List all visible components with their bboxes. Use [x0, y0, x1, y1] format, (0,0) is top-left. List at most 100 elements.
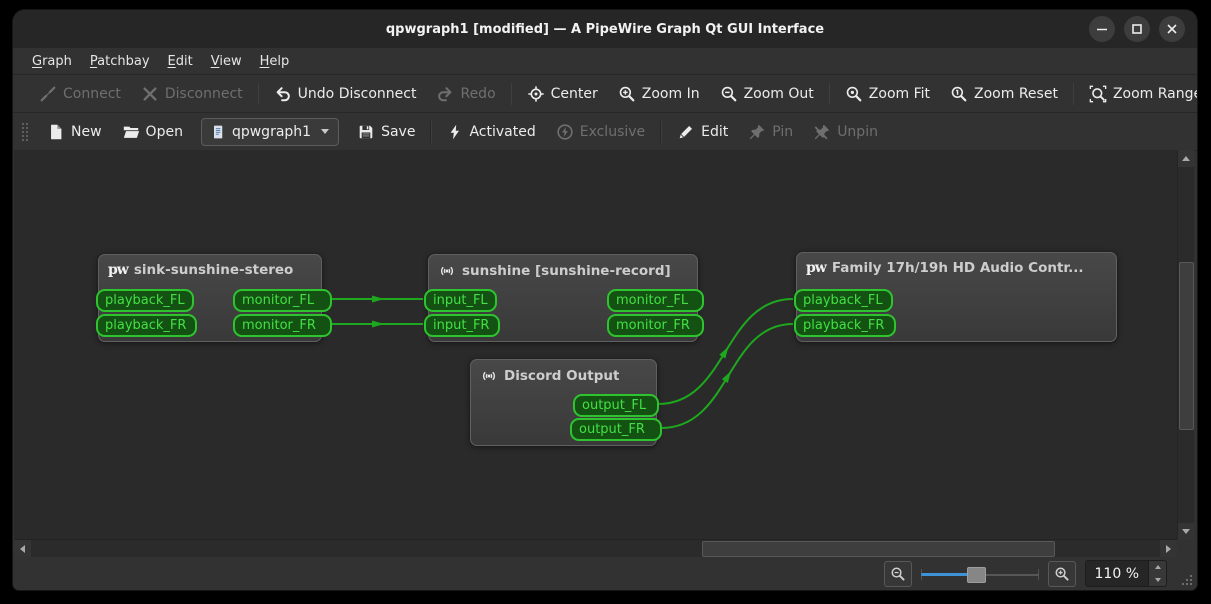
- toolbar-drag-handle[interactable]: [21, 121, 29, 142]
- node-sink-sunshine-stereo[interactable]: pw sink-sunshine-stereo playback_FL play…: [96, 254, 332, 342]
- zoom-out-button[interactable]: Zoom Out: [710, 80, 824, 108]
- arrow-right-icon: [1166, 544, 1171, 553]
- port-playback-fr[interactable]: playback_FR: [794, 314, 896, 337]
- menu-edit[interactable]: Edit: [159, 51, 202, 72]
- pipewire-icon: pw: [108, 262, 129, 278]
- port-monitor-fr[interactable]: monitor_FR: [233, 314, 332, 337]
- arrow-up-icon: [1182, 156, 1190, 161]
- scroll-up-button[interactable]: [1178, 150, 1194, 167]
- node-header: pw Family 17h/19h HD Audio Contr...: [797, 253, 1116, 283]
- spin-buttons: [1148, 561, 1166, 586]
- port-monitor-fr[interactable]: monitor_FR: [607, 314, 704, 337]
- zoom-in-button[interactable]: Zoom In: [608, 80, 710, 108]
- circled-bolt-icon: [557, 123, 573, 140]
- scroll-left-button[interactable]: [14, 540, 31, 557]
- minimize-button[interactable]: [1089, 16, 1115, 42]
- arrow-down-icon: [1154, 577, 1161, 582]
- activated-button[interactable]: Activated: [437, 118, 545, 146]
- node-sunshine[interactable]: sunshine [sunshine-record] input_FL inpu…: [424, 254, 704, 342]
- pencil-icon: [679, 125, 693, 138]
- arrow-left-icon: [20, 544, 25, 553]
- zoom-slider-track-filled[interactable]: [920, 572, 973, 576]
- redo-icon: [438, 86, 452, 101]
- unpin-icon: [814, 124, 830, 139]
- statusbar-zoom-in-button[interactable]: [1047, 560, 1076, 587]
- arrowhead-icon: [372, 295, 384, 303]
- vertical-scrollbar-thumb[interactable]: [1179, 262, 1194, 430]
- statusbar-zoom-out-button[interactable]: [883, 560, 912, 587]
- graph-canvas[interactable]: pw sink-sunshine-stereo playback_FL play…: [14, 150, 1178, 540]
- toolbar-separator: [510, 82, 512, 105]
- node-family-hd-audio[interactable]: pw Family 17h/19h HD Audio Contr... play…: [794, 252, 1117, 342]
- toolbar-graph: Connect Disconnect Undo Disconnect Redo …: [13, 75, 1197, 113]
- spin-down-button[interactable]: [1149, 574, 1166, 587]
- undo-disconnect-button[interactable]: Undo Disconnect: [264, 80, 427, 108]
- zoom-spinbox[interactable]: 110 %: [1084, 560, 1167, 587]
- port-playback-fl[interactable]: playback_FL: [96, 289, 194, 312]
- scroll-right-button[interactable]: [1160, 540, 1177, 557]
- toolbar-separator: [828, 82, 830, 105]
- port-playback-fl[interactable]: playback_FL: [794, 289, 893, 312]
- node-header: sunshine [sunshine-record]: [429, 255, 697, 287]
- disconnect-button: Disconnect: [131, 80, 253, 108]
- arrowhead-icon: [721, 370, 732, 383]
- port-playback-fr[interactable]: playback_FR: [96, 314, 197, 337]
- menu-help[interactable]: Help: [251, 51, 299, 72]
- port-monitor-fl[interactable]: monitor_FL: [607, 289, 704, 312]
- open-button[interactable]: Open: [112, 118, 193, 146]
- qpwgraph-window: qpwgraph1 [modified] — A PipeWire Graph …: [13, 10, 1197, 590]
- unpin-button: Unpin: [803, 118, 888, 146]
- maximize-button[interactable]: [1124, 16, 1150, 42]
- zoom-reset-icon: [951, 86, 967, 101]
- zoom-fit-button[interactable]: Zoom Fit: [835, 80, 940, 108]
- menu-graph[interactable]: Graph: [23, 51, 81, 72]
- close-button[interactable]: [1159, 16, 1185, 42]
- horizontal-scrollbar-thumb[interactable]: [702, 541, 1055, 557]
- save-icon: [359, 125, 373, 138]
- zoom-slider-handle[interactable]: [966, 566, 986, 583]
- center-button[interactable]: Center: [517, 80, 608, 108]
- save-button[interactable]: Save: [347, 118, 425, 146]
- port-output-fr[interactable]: output_FR: [570, 418, 662, 441]
- zoom-slider[interactable]: [920, 564, 1039, 584]
- port-input-fl[interactable]: input_FL: [424, 289, 497, 312]
- node-title: Family 17h/19h HD Audio Contr...: [831, 260, 1084, 276]
- titlebar[interactable]: qpwgraph1 [modified] — A PipeWire Graph …: [13, 10, 1197, 48]
- patchbay-file-icon: [213, 125, 223, 138]
- pin-icon: [750, 124, 765, 139]
- zoom-range-button[interactable]: Zoom Range: [1079, 80, 1197, 108]
- toolbar-separator: [660, 120, 663, 143]
- zoom-in-icon: [1054, 566, 1069, 581]
- port-input-fr[interactable]: input_FR: [424, 314, 500, 337]
- menu-view[interactable]: View: [202, 51, 251, 72]
- toolbar-patchbay: New Open qpwgraph1 Save Activated Exclus…: [13, 113, 1197, 151]
- close-icon: [1167, 24, 1177, 34]
- vertical-scrollbar[interactable]: [1177, 150, 1194, 540]
- new-button[interactable]: New: [37, 118, 112, 146]
- node-header: pw sink-sunshine-stereo: [99, 255, 321, 285]
- node-title: sink-sunshine-stereo: [133, 262, 294, 278]
- statusbar: 110 %: [13, 557, 1197, 590]
- zoom-out-icon: [721, 86, 736, 101]
- zoom-reset-button[interactable]: Zoom Reset: [940, 80, 1068, 108]
- zoom-range-icon: [1089, 85, 1107, 102]
- patchbay-file-select[interactable]: qpwgraph1: [200, 117, 340, 146]
- zoom-fit-icon: [846, 86, 862, 101]
- resize-grip[interactable]: [1180, 573, 1194, 587]
- zoom-in-icon: [619, 86, 635, 101]
- disconnect-icon: [143, 86, 157, 101]
- horizontal-scrollbar[interactable]: [14, 539, 1177, 557]
- chevron-down-icon: [321, 129, 330, 134]
- pipewire-icon: pw: [806, 260, 827, 276]
- spin-up-button[interactable]: [1149, 561, 1166, 574]
- zoom-value[interactable]: 110 %: [1086, 561, 1148, 586]
- menu-patchbay[interactable]: Patchbay: [81, 51, 159, 72]
- node-title: sunshine [sunshine-record]: [462, 263, 671, 279]
- minimize-icon: [1097, 28, 1107, 31]
- node-discord-output[interactable]: Discord Output output_FL output_FR: [470, 359, 662, 446]
- port-output-fl[interactable]: output_FL: [573, 394, 659, 417]
- edit-button[interactable]: Edit: [667, 118, 738, 146]
- scroll-down-button[interactable]: [1178, 523, 1194, 540]
- arrowhead-icon: [372, 320, 384, 328]
- port-monitor-fl[interactable]: monitor_FL: [233, 289, 332, 312]
